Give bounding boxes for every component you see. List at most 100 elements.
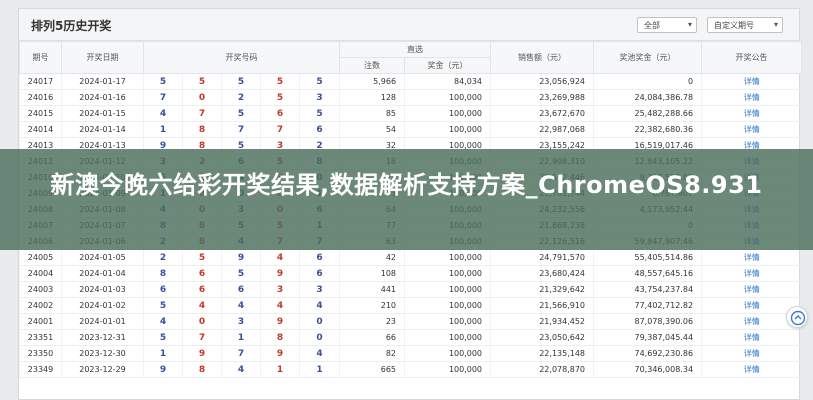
prize-cell: 84,034 (404, 73, 491, 90)
number-ball: 7 (182, 329, 222, 346)
prize-cell: 100,000 (404, 281, 491, 298)
notice-link[interactable]: 详情 (701, 105, 802, 122)
sales-cell: 21,934,452 (490, 313, 594, 330)
date-cell: 2024-01-03 (61, 281, 144, 298)
number-ball: 0 (298, 313, 340, 330)
issue-cell: 24003 (19, 281, 62, 298)
prize-cell: 100,000 (404, 89, 491, 106)
date-cell: 2024-01-16 (61, 89, 144, 106)
bets-cell: 85 (339, 105, 405, 122)
number-ball: 5 (298, 105, 340, 122)
table-row: 24002 2024-01-02 5 4 4 4 4 210 100,000 21,566,910… (19, 297, 802, 314)
pool-cell: 24,084,386.78 (593, 89, 702, 106)
number-ball: 5 (182, 73, 222, 90)
bets-cell: 210 (339, 297, 405, 314)
notice-link[interactable]: 详情 (701, 121, 802, 138)
bets-cell: 441 (339, 281, 405, 298)
prize-cell: 100,000 (404, 121, 491, 138)
number-ball: 6 (298, 265, 340, 282)
number-ball: 7 (143, 89, 183, 106)
pool-cell: 77,402,712.82 (593, 297, 702, 314)
number-ball: 7 (221, 345, 261, 362)
sales-cell: 23,680,424 (490, 265, 594, 282)
number-ball: 1 (221, 329, 261, 346)
date-cell: 2024-01-14 (61, 121, 144, 138)
issue-cell: 24001 (19, 313, 62, 330)
date-cell: 2023-12-31 (61, 329, 144, 346)
issue-cell: 23350 (19, 345, 62, 362)
date-cell: 2024-01-02 (61, 297, 144, 314)
number-ball: 9 (221, 249, 261, 266)
sales-cell: 23,056,924 (490, 73, 594, 90)
header-notice: 开奖公告 (701, 41, 803, 74)
notice-link[interactable]: 详情 (701, 89, 802, 106)
number-ball: 5 (143, 73, 183, 90)
number-ball: 5 (221, 105, 261, 122)
notice-link[interactable]: 详情 (701, 361, 802, 378)
number-ball: 8 (143, 265, 183, 282)
pool-cell: 25,482,288.66 (593, 105, 702, 122)
issue-cell: 24016 (19, 89, 62, 106)
number-ball: 5 (298, 73, 340, 90)
sales-cell: 21,566,910 (490, 297, 594, 314)
notice-link[interactable]: 详情 (701, 329, 802, 346)
table-row: 23351 2023-12-31 5 7 1 8 0 66 100,000 23,050,642 7… (19, 329, 802, 346)
notice-link[interactable]: 详情 (701, 281, 802, 298)
table-row: 24003 2024-01-03 6 6 6 3 3 441 100,000 21,329,642… (19, 281, 802, 298)
header-date: 开奖日期 (61, 41, 144, 74)
number-ball: 1 (143, 121, 183, 138)
prize-cell: 100,000 (404, 345, 491, 362)
issue-cell: 24004 (19, 265, 62, 282)
date-cell: 2024-01-17 (61, 73, 144, 90)
prize-cell: 100,000 (404, 265, 491, 282)
header-direct: 直选 (339, 41, 492, 58)
issue-cell: 24017 (19, 73, 62, 90)
bets-cell: 66 (339, 329, 405, 346)
number-ball: 5 (260, 89, 300, 106)
share-icon (790, 310, 806, 326)
chevron-down-icon: ▾ (687, 20, 692, 29)
notice-link[interactable]: 详情 (701, 249, 802, 266)
number-ball: 5 (143, 329, 183, 346)
notice-link[interactable]: 详情 (701, 265, 802, 282)
notice-link[interactable]: 详情 (701, 73, 802, 90)
number-ball: 3 (298, 89, 340, 106)
notice-link[interactable]: 详情 (701, 345, 802, 362)
bets-cell: 128 (339, 89, 405, 106)
filter-all-select[interactable]: 全部 ▾ (637, 17, 697, 33)
sales-cell: 23,672,670 (490, 105, 594, 122)
number-ball: 6 (182, 281, 222, 298)
number-ball: 4 (260, 297, 300, 314)
issue-cell: 24002 (19, 297, 62, 314)
issue-cell: 24005 (19, 249, 62, 266)
issue-cell: 23349 (19, 361, 62, 378)
number-ball: 7 (221, 121, 261, 138)
number-ball: 8 (182, 121, 222, 138)
date-cell: 2023-12-29 (61, 361, 144, 378)
pool-cell: 43,754,237.84 (593, 281, 702, 298)
number-ball: 6 (182, 265, 222, 282)
table-row: 24017 2024-01-17 5 5 5 5 5 5,966 84,034 23,056,92… (19, 73, 802, 90)
number-ball: 4 (221, 361, 261, 378)
sales-cell: 21,329,642 (490, 281, 594, 298)
number-ball: 7 (260, 121, 300, 138)
bets-cell: 665 (339, 361, 405, 378)
number-ball: 9 (182, 345, 222, 362)
table-row: 24001 2024-01-01 4 0 3 9 0 23 100,000 21,934,452 8… (19, 313, 802, 330)
floating-share-button[interactable] (786, 306, 808, 328)
issue-cell: 24014 (19, 121, 62, 138)
custom-issue-select[interactable]: 自定义期号 ▾ (707, 17, 783, 33)
panel-title: 排列5历史开奖 (31, 19, 112, 33)
pool-cell: 87,078,390.06 (593, 313, 702, 330)
bets-cell: 54 (339, 121, 405, 138)
number-ball: 6 (260, 105, 300, 122)
date-cell: 2024-01-01 (61, 313, 144, 330)
number-ball: 0 (182, 89, 222, 106)
table-row: 24004 2024-01-04 8 6 5 9 6 108 100,000 23,680,424… (19, 265, 802, 282)
date-cell: 2024-01-15 (61, 105, 144, 122)
number-ball: 5 (221, 73, 261, 90)
chevron-down-icon: ▾ (773, 20, 778, 29)
bets-cell: 82 (339, 345, 405, 362)
issue-cell: 23351 (19, 329, 62, 346)
date-cell: 2023-12-30 (61, 345, 144, 362)
